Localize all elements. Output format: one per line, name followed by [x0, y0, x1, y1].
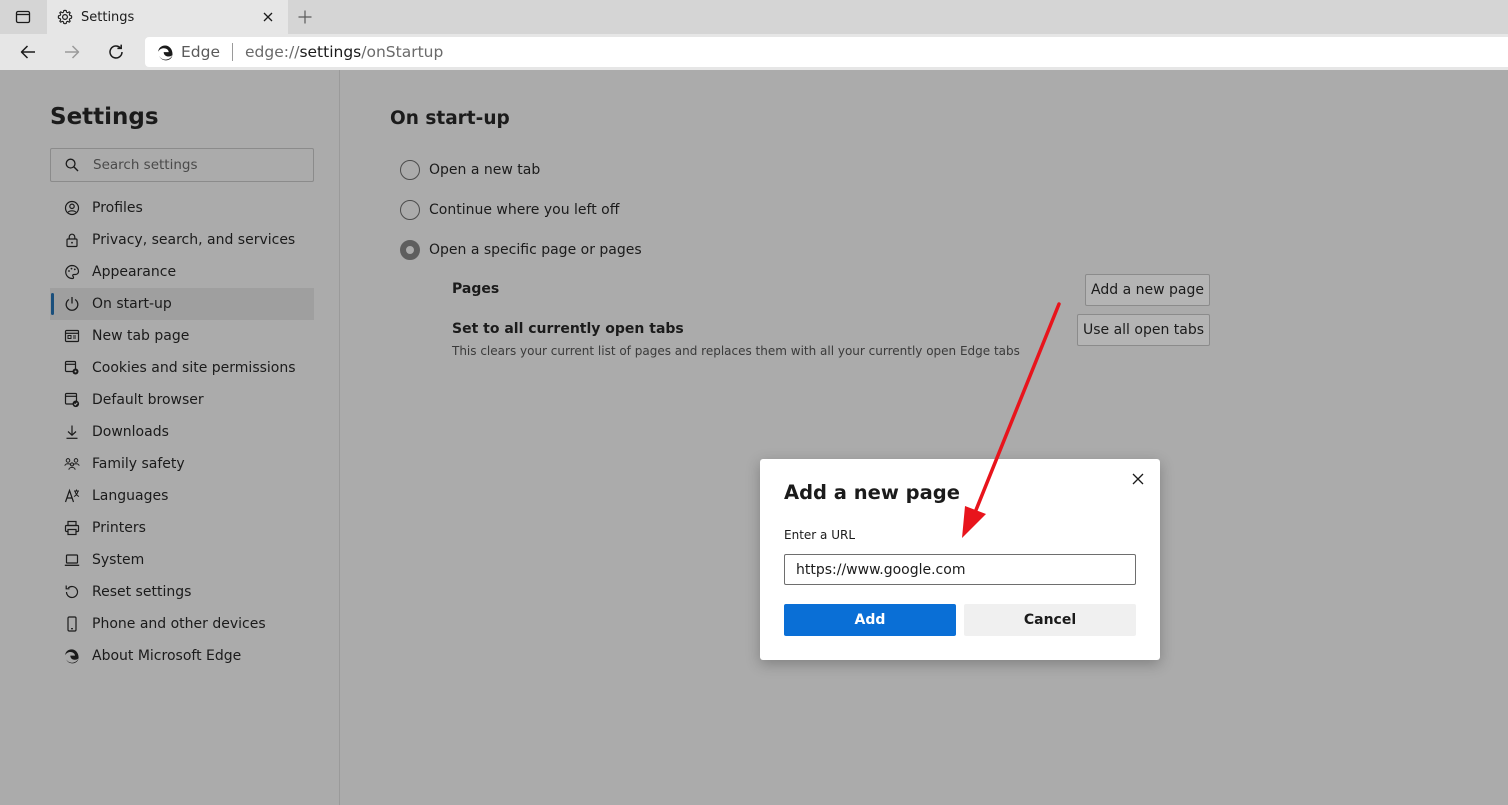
default-browser-icon [64, 392, 80, 408]
sidebar-item-label: Privacy, search, and services [92, 232, 296, 248]
edge-logo-icon [65, 649, 79, 664]
url-scheme: edge:// [245, 43, 300, 61]
settings-sidebar: Settings Profiles Privacy, search, and s… [0, 70, 340, 805]
tab-settings[interactable]: Settings [47, 0, 288, 34]
url-host: settings [299, 43, 362, 61]
search-icon [65, 158, 79, 172]
tab-strip: Settings [0, 0, 1508, 34]
sidebar-item-label: Default browser [92, 392, 204, 408]
power-icon [65, 297, 79, 311]
page-title: On start-up [390, 108, 510, 129]
close-icon [1132, 473, 1144, 485]
sidebar-item-on-start-up[interactable]: On start-up [50, 288, 314, 320]
add-page-dialog: Add a new page Enter a URL Add Cancel [760, 459, 1160, 660]
sidebar-item-label: Phone and other devices [92, 616, 266, 632]
address-bar[interactable]: Edge edge://settings/onStartup [145, 37, 1508, 67]
lock-icon [66, 233, 78, 248]
tab-close-button[interactable] [258, 7, 278, 27]
edge-logo-icon [158, 44, 173, 60]
sidebar-item-privacy[interactable]: Privacy, search, and services [50, 224, 314, 256]
gear-icon [57, 9, 73, 25]
add-button[interactable]: Add [784, 604, 956, 636]
tab-actions-icon [15, 10, 31, 24]
printer-icon [64, 520, 80, 536]
sidebar-item-label: Downloads [92, 424, 169, 440]
family-icon [64, 458, 80, 470]
new-tab-icon [64, 329, 80, 343]
refresh-icon [109, 44, 123, 59]
cancel-button[interactable]: Cancel [964, 604, 1136, 636]
tab-actions-button[interactable] [8, 6, 38, 28]
reset-icon [65, 585, 79, 599]
refresh-button[interactable] [101, 38, 131, 66]
sidebar-item-new-tab-page[interactable]: New tab page [50, 320, 314, 352]
option-new-tab[interactable]: Open a new tab [400, 160, 540, 180]
sidebar-item-family-safety[interactable]: Family safety [50, 448, 314, 480]
sidebar-item-label: New tab page [92, 328, 190, 344]
use-open-tabs-button[interactable]: Use all open tabs [1077, 314, 1210, 346]
search-input[interactable] [93, 157, 293, 173]
profile-icon [64, 200, 80, 216]
sidebar-item-label: Cookies and site permissions [92, 360, 296, 376]
laptop-icon [64, 554, 80, 566]
settings-main: On start-up Open a new tab Continue wher… [341, 70, 1508, 805]
sidebar-item-label: About Microsoft Edge [92, 648, 242, 664]
address-separator [232, 43, 234, 61]
tab-title: Settings [81, 9, 135, 25]
option-label: Open a specific page or pages [429, 242, 642, 258]
sidebar-item-label: Printers [92, 520, 146, 536]
sidebar-item-languages[interactable]: Languages [50, 480, 314, 512]
sidebar-item-printers[interactable]: Printers [50, 512, 314, 544]
arrow-left-icon [20, 45, 35, 59]
arrow-right-icon [65, 45, 80, 59]
search-box[interactable] [50, 148, 314, 182]
sidebar-item-about-edge[interactable]: About Microsoft Edge [50, 640, 314, 672]
option-label: Open a new tab [429, 162, 541, 178]
sidebar-item-system[interactable]: System [50, 544, 314, 576]
sidebar-item-label: Profiles [92, 200, 143, 216]
sidebar-item-default-browser[interactable]: Default browser [50, 384, 314, 416]
url-path: /onStartup [361, 43, 444, 61]
forward-button[interactable] [57, 38, 87, 66]
sidebar-item-label: Languages [92, 488, 169, 504]
plus-icon [298, 10, 312, 24]
phone-icon [67, 616, 77, 632]
sidebar-item-label: Appearance [92, 264, 177, 280]
sidebar-nav: Profiles Privacy, search, and services A… [50, 192, 314, 672]
cookies-icon [64, 360, 79, 375]
dialog-title: Add a new page [784, 481, 960, 504]
close-icon [263, 12, 273, 22]
address-brand: Edge [181, 43, 221, 61]
radio-new-tab[interactable] [400, 160, 420, 180]
new-tab-button[interactable] [292, 5, 318, 29]
pages-label: Pages [452, 281, 500, 297]
option-specific-pages[interactable]: Open a specific page or pages [400, 240, 642, 260]
sidebar-item-label: System [92, 552, 145, 568]
sidebar-item-reset-settings[interactable]: Reset settings [50, 576, 314, 608]
palette-icon [65, 264, 80, 280]
browser-toolbar: Edge edge://settings/onStartup [0, 34, 1508, 70]
sidebar-item-label: Family safety [92, 456, 185, 472]
sidebar-title: Settings [50, 104, 159, 130]
sidebar-item-label: On start-up [92, 296, 172, 312]
set-open-tabs-label: Set to all currently open tabs [452, 321, 684, 337]
set-open-tabs-description: This clears your current list of pages a… [452, 344, 1020, 358]
add-new-page-button[interactable]: Add a new page [1085, 274, 1210, 306]
radio-continue[interactable] [400, 200, 420, 220]
option-label: Continue where you left off [429, 202, 620, 218]
sidebar-item-profiles[interactable]: Profiles [50, 192, 314, 224]
dialog-close-button[interactable] [1128, 469, 1148, 489]
languages-icon [64, 488, 80, 503]
sidebar-item-phone-devices[interactable]: Phone and other devices [50, 608, 314, 640]
sidebar-item-downloads[interactable]: Downloads [50, 416, 314, 448]
url-field-label: Enter a URL [784, 528, 855, 542]
sidebar-item-appearance[interactable]: Appearance [50, 256, 314, 288]
sidebar-item-label: Reset settings [92, 584, 192, 600]
radio-specific-pages[interactable] [400, 240, 420, 260]
url-input[interactable] [784, 554, 1136, 585]
back-button[interactable] [13, 38, 43, 66]
option-continue[interactable]: Continue where you left off [400, 200, 619, 220]
sidebar-item-cookies[interactable]: Cookies and site permissions [50, 352, 314, 384]
download-icon [66, 425, 78, 439]
